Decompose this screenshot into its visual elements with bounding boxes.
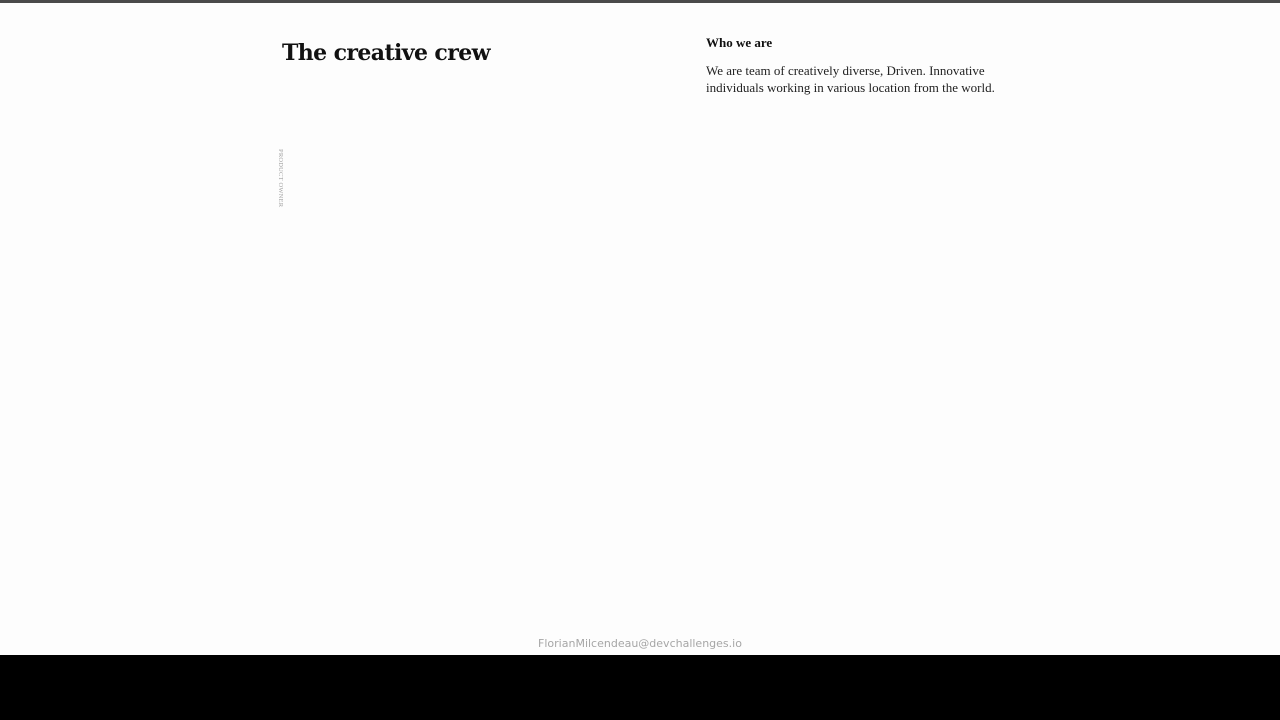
bottom-black-bar xyxy=(0,655,1280,720)
page-title: The creative crew xyxy=(282,40,491,66)
page-container: The creative crew Who we are We are team… xyxy=(0,3,1280,655)
about-section: Who we are We are team of creatively div… xyxy=(706,35,996,96)
about-heading: Who we are xyxy=(706,35,773,50)
team-member-role-label: PRODUCT OWNER xyxy=(277,149,284,208)
about-description: We are team of creatively diverse, Drive… xyxy=(706,63,995,95)
footer-credit: FlorianMilcendeau@devchallenges.io xyxy=(538,637,742,650)
